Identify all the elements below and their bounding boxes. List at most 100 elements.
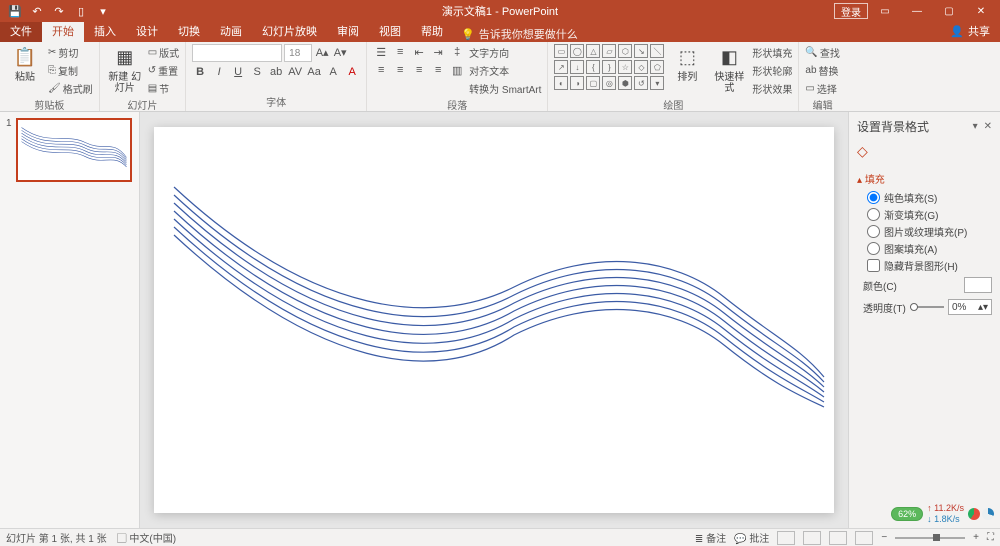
paint-bucket-icon[interactable]: ◇ [857,143,992,160]
close-icon[interactable]: ✕ [966,2,996,20]
shrink-font-icon[interactable]: A▾ [332,44,348,60]
paste-button[interactable]: 📋 粘贴 [6,44,44,83]
indent-inc-icon[interactable]: ⇥ [430,44,446,60]
opt-hide-bg[interactable]: 隐藏背景图形(H) [857,257,992,274]
radio-solid[interactable] [867,191,880,204]
fill-color-picker[interactable] [964,277,992,293]
ribbon-options-icon[interactable]: ▭ [870,2,900,20]
quick-styles-button[interactable]: ◧ 快速样式 [710,44,748,94]
copy-button[interactable]: ⎘复制 [48,62,93,79]
reset-button[interactable]: ↺重置 [148,62,179,79]
case-icon[interactable]: Aa [306,64,322,80]
lang-indicator[interactable]: ▢ 中文(中国) [117,530,176,545]
zoom-out-icon[interactable]: − [881,532,887,543]
fit-window-icon[interactable]: ⛶ [987,532,994,543]
tab-transitions[interactable]: 切换 [168,20,210,42]
slideshow-view-icon[interactable] [855,531,873,545]
spinner-arrows-icon[interactable]: ▴▾ [978,302,988,313]
align-center-icon[interactable]: ≡ [392,62,408,78]
opt-picture-fill[interactable]: 图片或纹理填充(P) [857,223,992,240]
replace-label: 替换 [819,63,839,78]
fill-section-header[interactable]: ▴ 填充 [857,168,992,189]
justify-icon[interactable]: ≡ [430,62,446,78]
save-icon[interactable]: 💾 [6,2,24,20]
align-text-button[interactable]: 对齐文本 [469,62,541,79]
panel-close-icon[interactable]: ✕ [984,121,992,132]
panel-options-icon[interactable]: ▾ [973,121,978,132]
comments-button[interactable]: 💬 批注 [734,530,769,545]
shape-outline-button[interactable]: 形状轮廓 [752,62,792,79]
slider-thumb[interactable] [910,303,918,311]
cut-button[interactable]: ✂剪切 [48,44,93,61]
bold-icon[interactable]: B [192,64,208,80]
transparency-spinner[interactable]: 0%▴▾ [948,299,992,315]
share-button[interactable]: 👤 共享 [940,20,1000,42]
reading-view-icon[interactable] [829,531,847,545]
undo-icon[interactable]: ↶ [28,2,46,20]
shape-fill-button[interactable]: 形状填充 [752,44,792,61]
bullets-icon[interactable]: ☰ [373,44,389,60]
format-painter-button[interactable]: 🖌格式刷 [48,80,93,97]
zoom-slider[interactable] [895,537,965,539]
spacing-icon[interactable]: AV [287,64,303,80]
zoom-in-icon[interactable]: + [973,532,979,543]
tell-me[interactable]: 💡 告诉我你想要做什么 [461,26,578,42]
tab-review[interactable]: 审阅 [327,20,369,42]
find-button[interactable]: 🔍查找 [805,44,839,61]
underline-icon[interactable]: U [230,64,246,80]
select-button[interactable]: ▭选择 [805,80,839,97]
transparency-slider[interactable] [910,306,944,308]
notes-button[interactable]: ≣ 备注 [695,530,726,545]
grow-font-icon[interactable]: A▴ [314,44,330,60]
align-left-icon[interactable]: ≡ [373,62,389,78]
maximize-icon[interactable]: ▢ [934,2,964,20]
shape-effects-button[interactable]: 形状效果 [752,80,792,97]
tab-design[interactable]: 设计 [126,20,168,42]
new-slide-button[interactable]: ▦ 新建 幻灯片 [106,44,144,94]
tab-insert[interactable]: 插入 [84,20,126,42]
italic-icon[interactable]: I [211,64,227,80]
font-color-icon[interactable]: A [344,64,360,80]
tab-slideshow[interactable]: 幻灯片放映 [252,20,327,42]
section-button[interactable]: ▤节 [148,80,179,97]
start-slideshow-icon[interactable]: ▯ [72,2,90,20]
check-hidebg[interactable] [867,259,880,272]
highlight-icon[interactable]: A [325,64,341,80]
opt-pattern-fill[interactable]: 图案填充(A) [857,240,992,257]
minimize-icon[interactable]: — [902,2,932,20]
tab-home[interactable]: 开始 [42,20,84,42]
radio-pattern[interactable] [867,242,880,255]
tab-animations[interactable]: 动画 [210,20,252,42]
text-direction-button[interactable]: 文字方向 [469,44,541,61]
layout-button[interactable]: ▭版式 [148,44,179,61]
shadow-icon[interactable]: ab [268,64,284,80]
line-spacing-icon[interactable]: ‡ [449,44,465,60]
login-button[interactable]: 登录 [834,3,868,19]
sorter-view-icon[interactable] [803,531,821,545]
numbering-icon[interactable]: ≡ [392,44,408,60]
opt-solid-fill[interactable]: 纯色填充(S) [857,189,992,206]
strike-icon[interactable]: S [249,64,265,80]
tab-view[interactable]: 视图 [369,20,411,42]
shape-gallery[interactable]: ▭◯△▱⬡↘＼ ↗↓{}☆◇⬠ ◐◑▢◎⬢↺▾ [554,44,664,90]
slide-canvas[interactable] [154,127,834,513]
tab-help[interactable]: 帮助 [411,20,453,42]
qat-more-icon[interactable]: ▾ [94,2,112,20]
slide-canvas-area[interactable] [140,112,848,528]
radio-gradient[interactable] [867,208,880,221]
zoom-thumb[interactable] [933,534,940,541]
indent-dec-icon[interactable]: ⇤ [411,44,427,60]
arrange-button[interactable]: ⬚ 排列 [668,44,706,83]
slide-thumbnail-1[interactable] [16,118,132,182]
align-right-icon[interactable]: ≡ [411,62,427,78]
font-family-select[interactable] [192,44,282,62]
columns-icon[interactable]: ▥ [449,62,465,78]
replace-button[interactable]: ab替换 [805,62,839,79]
smartart-button[interactable]: 转换为 SmartArt [469,80,541,97]
font-size-select[interactable]: 18 [284,44,312,62]
opt-gradient-fill[interactable]: 渐变填充(G) [857,206,992,223]
normal-view-icon[interactable] [777,531,795,545]
redo-icon[interactable]: ↷ [50,2,68,20]
radio-picture[interactable] [867,225,880,238]
tab-file[interactable]: 文件 [0,20,42,42]
